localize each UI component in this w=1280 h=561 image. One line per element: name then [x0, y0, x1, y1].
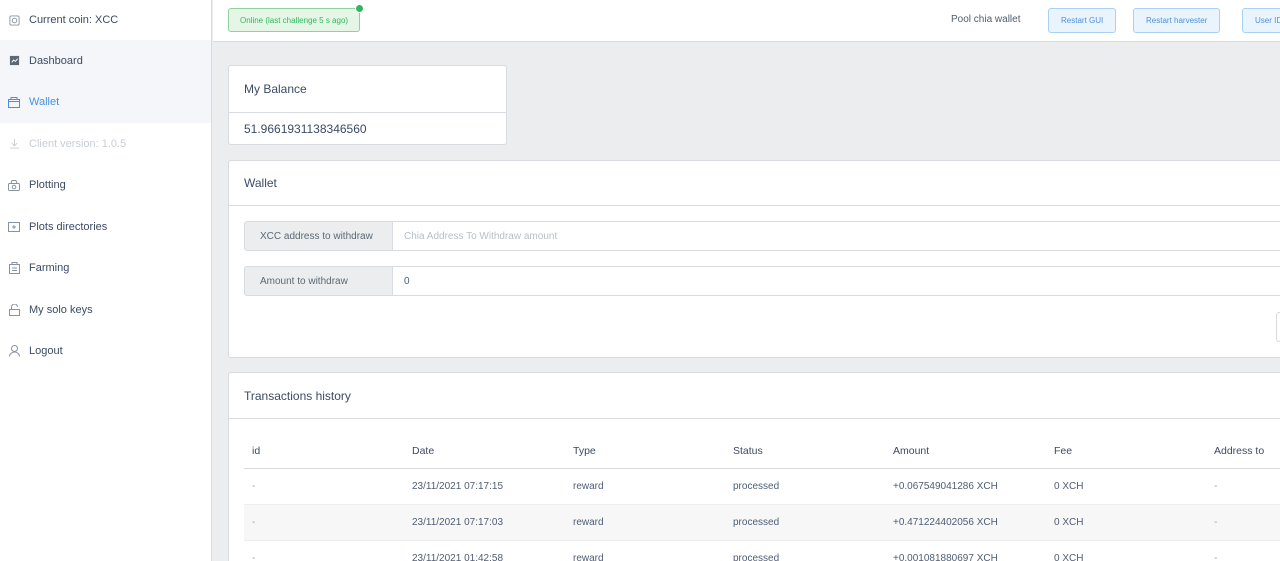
lock-icon — [8, 303, 20, 316]
sidebar-item-label: Plots directories — [29, 220, 108, 233]
cell-date: 23/11/2021 01:42:58 — [404, 540, 565, 561]
table-header-row: id Date Type Status Amount Fee Address t… — [244, 435, 1280, 469]
sidebar-item-label: Plotting — [29, 179, 66, 192]
cell-amount: +0.067549041286 XCH — [885, 468, 1046, 505]
sidebar-item-label: Wallet — [29, 96, 60, 109]
restart-harvester-button[interactable]: Restart harvester — [1133, 8, 1221, 33]
cell-type: reward — [565, 504, 725, 541]
sidebar-item-label: Client version: 1.0.5 — [29, 137, 127, 150]
table-row: - 23/11/2021 01:42:58 reward processed +… — [244, 540, 1280, 561]
table-row: - 23/11/2021 07:17:15 reward processed +… — [244, 468, 1280, 505]
cell-fee: 0 XCH — [1046, 504, 1206, 541]
balance-card: My Balance 51.9661931138346560 — [228, 65, 507, 145]
plotting-icon — [8, 179, 20, 191]
sidebar-item-label: Dashboard — [29, 54, 83, 67]
sidebar-item-farming[interactable]: Farming — [0, 248, 211, 290]
sidebar-item-label: Current coin: XCC — [29, 14, 119, 26]
cell-id: - — [244, 504, 404, 541]
wallet-title: Wallet — [229, 161, 1280, 206]
column-header: Fee — [1046, 435, 1206, 469]
online-dot-icon — [355, 4, 365, 13]
cell-fee: 0 XCH — [1046, 468, 1206, 505]
sidebar-item-label: My solo keys — [29, 303, 93, 316]
cell-type: reward — [565, 540, 725, 561]
user-icon — [8, 345, 20, 357]
withdraw-button[interactable] — [1276, 312, 1280, 342]
balance-title: My Balance — [229, 66, 506, 113]
cell-address: - — [1206, 540, 1280, 561]
column-header: Status — [725, 435, 885, 469]
sidebar-item-client-version: Client version: 1.0.5 — [0, 123, 211, 165]
cell-date: 23/11/2021 07:17:03 — [404, 504, 565, 541]
folder-icon — [8, 221, 20, 233]
sidebar-item-dashboard[interactable]: Dashboard — [0, 40, 211, 82]
download-icon — [8, 138, 20, 150]
status-text: Online (last challenge 5 s ago) — [240, 15, 349, 25]
sidebar-item-logout[interactable]: Logout — [0, 331, 211, 373]
coin-icon — [8, 14, 20, 26]
cell-status: processed — [725, 540, 885, 561]
cell-amount: +0.001081880697 XCH — [885, 540, 1046, 561]
transactions-table: id Date Type Status Amount Fee Address t… — [244, 435, 1280, 561]
address-input[interactable]: Chia Address To Withdraw amount — [393, 221, 1280, 251]
amount-label: Amount to withdraw — [244, 266, 393, 296]
sidebar: Current coin: XCC Dashboard Wallet Clien… — [0, 0, 212, 561]
cell-amount: +0.471224402056 XCH — [885, 504, 1046, 541]
sidebar-item-wallet[interactable]: Wallet — [0, 81, 211, 123]
amount-input-group: Amount to withdraw 0 — [244, 266, 1280, 296]
cell-status: processed — [725, 468, 885, 505]
wallet-icon — [8, 96, 20, 108]
sidebar-item-current-coin[interactable]: Current coin: XCC — [0, 0, 211, 40]
cell-status: processed — [725, 504, 885, 541]
amount-input[interactable]: 0 — [393, 266, 1280, 296]
cell-address: - — [1206, 468, 1280, 505]
restart-gui-button[interactable]: Restart GUI — [1048, 8, 1117, 33]
cell-address: - — [1206, 504, 1280, 541]
pool-label: Pool chia wallet — [951, 14, 1021, 25]
column-header: Address to — [1206, 435, 1280, 469]
sidebar-item-label: Logout — [29, 345, 63, 358]
top-header: Online (last challenge 5 s ago) Pool chi… — [213, 0, 1280, 42]
sidebar-item-my-solo-keys[interactable]: My solo keys — [0, 289, 211, 331]
table-row: - 23/11/2021 07:17:03 reward processed +… — [244, 504, 1280, 541]
farming-icon — [8, 262, 20, 275]
user-id-button[interactable]: User ID — [1242, 8, 1280, 33]
address-label: XCC address to withdraw — [244, 221, 393, 251]
dashboard-icon — [8, 55, 20, 67]
column-header: id — [244, 435, 404, 469]
transactions-title: Transactions history — [229, 373, 1280, 419]
sidebar-item-plots-directories[interactable]: Plots directories — [0, 206, 211, 248]
cell-id: - — [244, 540, 404, 561]
status-badge: Online (last challenge 5 s ago) — [228, 4, 365, 32]
wallet-card: Wallet XCC address to withdraw Chia Addr… — [228, 160, 1280, 358]
sidebar-item-label: Farming — [29, 262, 70, 275]
sidebar-item-plotting[interactable]: Plotting — [0, 165, 211, 207]
cell-date: 23/11/2021 07:17:15 — [404, 468, 565, 505]
address-input-group: XCC address to withdraw Chia Address To … — [244, 221, 1280, 251]
balance-value: 51.9661931138346560 — [244, 122, 367, 136]
column-header: Type — [565, 435, 725, 469]
column-header: Date — [404, 435, 565, 469]
cell-id: - — [244, 468, 404, 505]
cell-fee: 0 XCH — [1046, 540, 1206, 561]
cell-type: reward — [565, 468, 725, 505]
transactions-card: Transactions history id Date Type Status… — [228, 372, 1280, 561]
column-header: Amount — [885, 435, 1046, 469]
